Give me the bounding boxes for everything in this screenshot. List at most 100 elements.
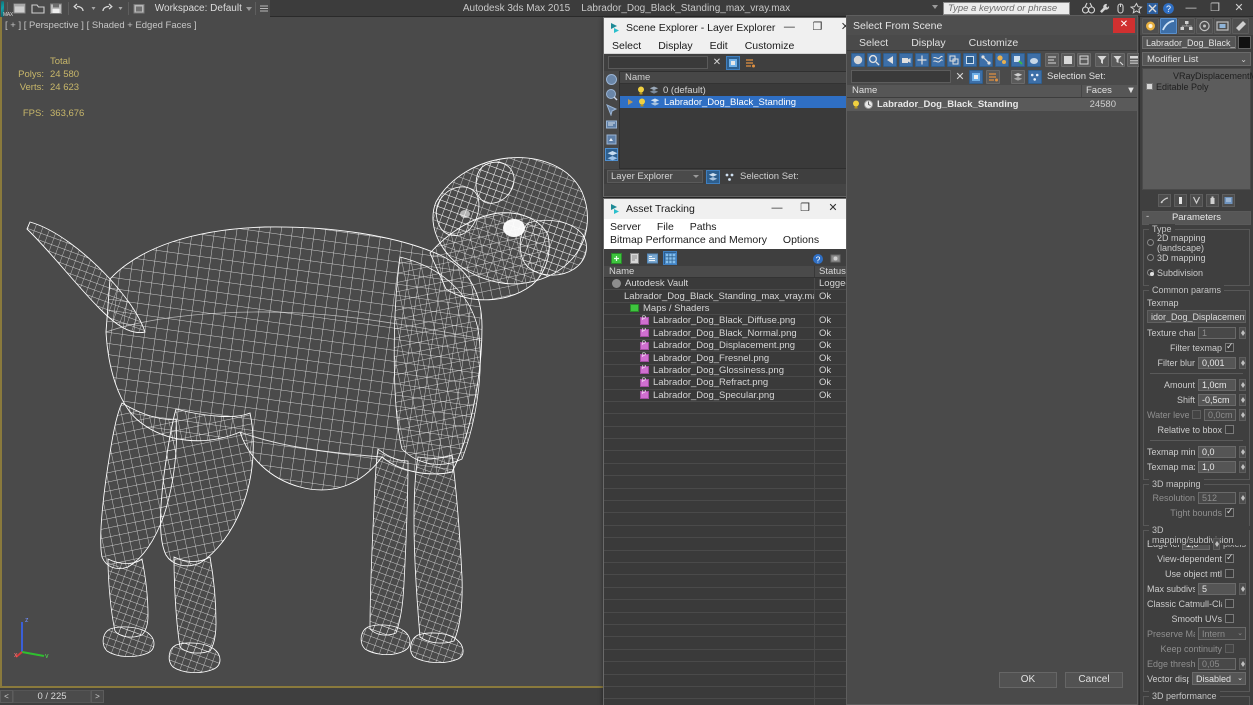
- asset-row-empty[interactable]: [604, 662, 847, 675]
- stack-expand-icon[interactable]: [1146, 83, 1153, 90]
- asset-tracking-title-bar[interactable]: Asset Tracking — ❐ ✕: [604, 199, 847, 219]
- display-particles-icon[interactable]: [995, 52, 1009, 67]
- display-selected-icon[interactable]: [1011, 52, 1025, 67]
- sfs-light-bulb-icon[interactable]: [852, 100, 860, 109]
- display-space-warps-icon[interactable]: [931, 52, 945, 67]
- sfs-column-name[interactable]: Name: [847, 85, 1081, 97]
- clear-search-icon[interactable]: ✕: [954, 70, 966, 83]
- binoculars-icon[interactable]: [1081, 2, 1096, 15]
- select-from-scene-title-bar[interactable]: Select From Scene ✕: [847, 16, 1137, 35]
- tab-modify[interactable]: [1160, 18, 1177, 34]
- toolbar-overflow-icon[interactable]: [259, 1, 269, 16]
- filter-blur-field[interactable]: 0,001: [1198, 356, 1236, 369]
- workspace-label[interactable]: Workspace: Default: [155, 3, 242, 14]
- texmap-min-field[interactable]: 0,0: [1198, 445, 1236, 458]
- relative-bbox-checkbox[interactable]: [1225, 425, 1234, 434]
- texmap-min-spinner[interactable]: [1239, 445, 1246, 458]
- redo-dropdown-icon[interactable]: [117, 1, 124, 16]
- column-status[interactable]: Status: [815, 266, 847, 277]
- wrench-icon[interactable]: [1098, 2, 1111, 15]
- close-button[interactable]: ✕: [1227, 0, 1251, 17]
- asset-row[interactable]: Labrador_Dog_Glossiness.png Ok: [604, 364, 847, 378]
- asset-tracking-rows[interactable]: Autodesk VaultLoggedLabrador_Dog_Black_S…: [604, 278, 847, 705]
- display-lights-icon[interactable]: [883, 52, 897, 67]
- list-columns-icon[interactable]: [1077, 52, 1091, 67]
- autodesk-exchange-icon[interactable]: [1146, 2, 1159, 15]
- asset-row-empty[interactable]: [604, 637, 847, 650]
- asset-row-empty[interactable]: [604, 587, 847, 601]
- asset-row-empty[interactable]: [604, 612, 847, 625]
- menu-paths[interactable]: Paths: [690, 221, 717, 233]
- sfs-menu-display[interactable]: Display: [911, 37, 945, 49]
- asset-row-empty[interactable]: [604, 525, 847, 539]
- asset-tracking-close[interactable]: ✕: [819, 199, 847, 219]
- scene-explorer-title-bar[interactable]: Scene Explorer - Layer Explorer — ❐ ✕: [604, 18, 850, 38]
- asset-row-empty[interactable]: [604, 686, 847, 700]
- select-object-icon[interactable]: [605, 73, 618, 86]
- undo-icon[interactable]: [72, 1, 88, 16]
- tab-create[interactable]: [1142, 18, 1159, 34]
- layer-row-labrador[interactable]: Labrador_Dog_Black_Standing: [620, 96, 846, 108]
- select-from-scene-list[interactable]: Labrador_Dog_Black_Standing 24580: [847, 98, 1137, 668]
- asset-row[interactable]: Labrador_Dog_Displacement.png Ok: [604, 339, 847, 353]
- asset-row-empty[interactable]: [604, 401, 847, 415]
- asset-row-empty[interactable]: [604, 451, 847, 464]
- menu-bitmap-performance[interactable]: Bitmap Performance and Memory: [610, 234, 767, 246]
- layer-explorer-mode-icon[interactable]: [605, 148, 618, 161]
- asset-row-empty[interactable]: [604, 414, 847, 427]
- save-file-icon[interactable]: [48, 1, 64, 16]
- scene-explorer-maximize[interactable]: ❐: [803, 18, 831, 38]
- layer-mode-toggle-icon[interactable]: [706, 169, 720, 184]
- display-cameras-icon[interactable]: [899, 52, 913, 67]
- asset-row-empty[interactable]: [604, 426, 847, 440]
- asset-row-empty[interactable]: [604, 538, 847, 551]
- amount-field[interactable]: 1,0cm: [1198, 378, 1236, 391]
- explorer-mode-caret-icon[interactable]: [693, 175, 699, 178]
- grid-view-icon[interactable]: [663, 250, 677, 265]
- water-level-field[interactable]: 0,0cm: [1204, 408, 1236, 421]
- make-unique-icon[interactable]: [1190, 194, 1203, 207]
- layer-name-labrador[interactable]: Labrador_Dog_Black_Standing: [664, 97, 796, 108]
- sfs-menu-customize[interactable]: Customize: [969, 37, 1019, 49]
- resolution-spinner[interactable]: [1239, 491, 1246, 504]
- asset-tracking-minimize[interactable]: —: [763, 199, 791, 219]
- modifier-stack-item-editable-poly[interactable]: Editable Poly: [1143, 81, 1250, 92]
- view-dependent-checkbox[interactable]: [1225, 552, 1234, 563]
- edge-thresh-field[interactable]: 0,05: [1198, 657, 1236, 670]
- search-dropdown-icon[interactable]: [932, 5, 938, 9]
- display-xrefs-icon[interactable]: [963, 52, 977, 67]
- asset-row-empty[interactable]: [604, 624, 847, 638]
- keep-continuity-checkbox[interactable]: [1225, 644, 1234, 653]
- layer-name-default[interactable]: 0 (default): [663, 85, 706, 96]
- scene-explorer-tree[interactable]: Name 0 (default) Labrador_Dog_Black_Stan…: [619, 71, 847, 169]
- collapse-all-icon[interactable]: [1061, 52, 1075, 67]
- scene-explorer-window[interactable]: Scene Explorer - Layer Explorer — ❐ ✕ Se…: [603, 17, 850, 197]
- asset-row-empty[interactable]: [604, 674, 847, 687]
- radio-3d-mapping[interactable]: [1147, 254, 1154, 261]
- star-icon[interactable]: [1129, 2, 1143, 15]
- radio-2d-mapping[interactable]: [1147, 239, 1154, 246]
- asset-row-empty[interactable]: [604, 562, 847, 576]
- sfs-menu-select[interactable]: Select: [859, 37, 888, 49]
- minimize-button[interactable]: —: [1179, 0, 1203, 17]
- menu-edit[interactable]: Edit: [710, 40, 728, 52]
- expand-layer-icon[interactable]: [628, 99, 633, 105]
- help-icon[interactable]: ?: [1162, 2, 1175, 15]
- asset-row-empty[interactable]: [604, 513, 847, 526]
- freeze-icon[interactable]: [605, 133, 618, 146]
- texmap-value-field[interactable]: idor_Dog_Displacement.png): [1147, 310, 1246, 323]
- search-lock-icon[interactable]: [969, 69, 983, 84]
- tight-bounds-checkbox[interactable]: [1225, 506, 1234, 517]
- amount-spinner[interactable]: [1239, 378, 1246, 391]
- texmap-max-spinner[interactable]: [1239, 460, 1246, 473]
- tree-view-icon[interactable]: [645, 251, 659, 265]
- parameters-rollup[interactable]: Parameters: [1142, 211, 1251, 225]
- tab-utilities[interactable]: [1232, 18, 1249, 34]
- current-frame-display[interactable]: 0 / 225: [13, 690, 91, 703]
- cancel-button[interactable]: Cancel: [1065, 672, 1123, 688]
- scene-explorer-filter-input[interactable]: [608, 56, 708, 69]
- edge-length-spinner[interactable]: [1212, 537, 1220, 550]
- tab-hierarchy[interactable]: [1178, 18, 1195, 34]
- help-assets-icon[interactable]: ?: [810, 251, 824, 265]
- asset-row-empty[interactable]: [604, 649, 847, 663]
